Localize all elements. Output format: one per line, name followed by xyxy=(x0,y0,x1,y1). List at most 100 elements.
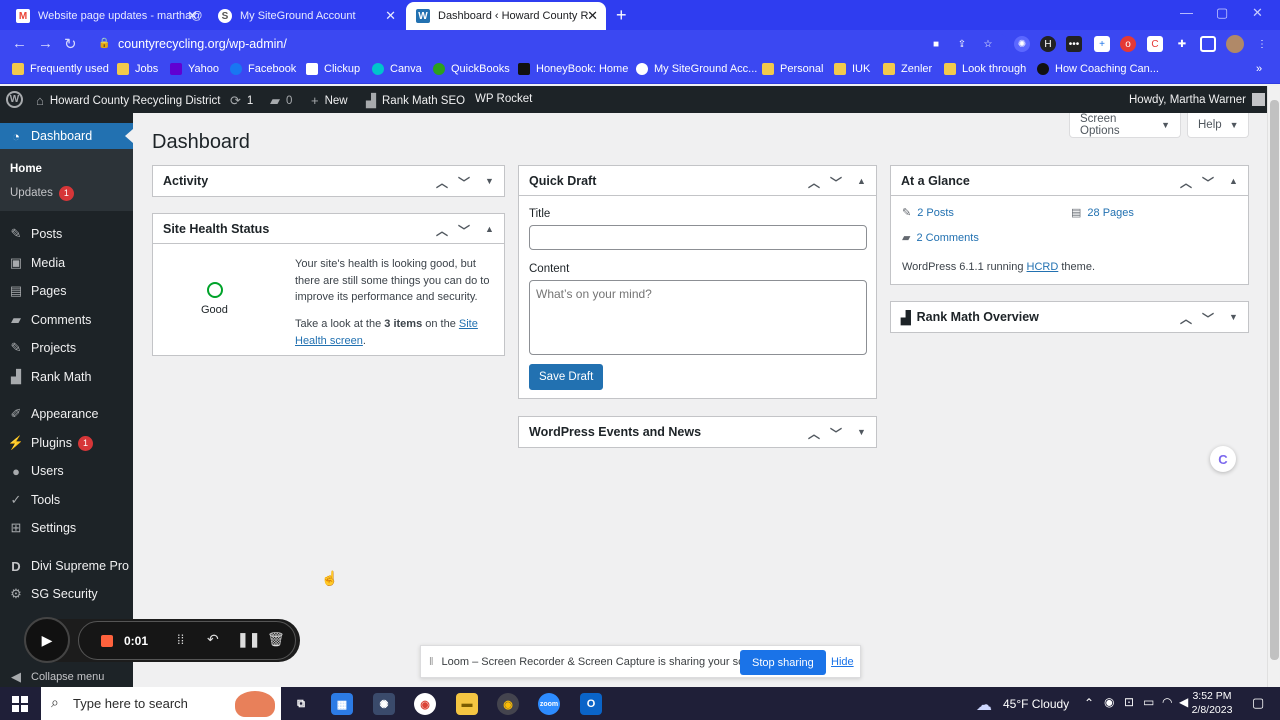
chevron-up-icon[interactable]: ︿ xyxy=(1180,310,1192,327)
chevron-down-icon[interactable]: ﹀ xyxy=(830,425,842,442)
rankmath-seo-link[interactable]: ▟ Rank Math SEO xyxy=(366,93,465,109)
glance-comments[interactable]: ▰ 2 Comments xyxy=(902,231,979,244)
close-icon[interactable]: ✕ xyxy=(587,8,598,24)
sidebar-item-media[interactable]: ▣ Media xyxy=(0,250,133,276)
trash-icon[interactable]: 🗑 xyxy=(267,631,285,648)
tray-icon[interactable]: ⊡ xyxy=(1124,695,1134,709)
star-icon[interactable]: ☆ xyxy=(980,36,996,52)
chevron-down-icon[interactable]: ﹀ xyxy=(458,174,470,191)
extension-icon[interactable]: ••• xyxy=(1066,36,1082,52)
chevron-up-icon[interactable]: ⌃ xyxy=(1084,696,1094,710)
tray-icon[interactable]: ◉ xyxy=(1104,695,1114,709)
bookmark-item[interactable]: Yahoo xyxy=(170,63,219,75)
account-menu[interactable]: Howdy, Martha Warner xyxy=(1129,93,1265,106)
camera-toggle-icon[interactable]: ▶ xyxy=(24,617,70,663)
sidebar-item-users[interactable]: ● Users xyxy=(0,458,133,484)
tab-siteground[interactable]: S My SiteGround Account ✕ xyxy=(208,2,404,30)
windows-start-icon[interactable] xyxy=(12,696,28,712)
sidebar-item-dashboard[interactable]: ◔ Dashboard xyxy=(0,123,133,149)
bookmark-item[interactable]: My SiteGround Acc... xyxy=(636,63,757,75)
sidebar-item-plugins[interactable]: ⚡ Plugins 1 xyxy=(0,430,133,456)
clickup-floating-icon[interactable]: C xyxy=(1210,446,1236,472)
collapse-menu[interactable]: ◀ Collapse menu xyxy=(0,667,133,687)
bookmark-item[interactable]: IUK xyxy=(834,63,870,75)
scrollbar-thumb[interactable] xyxy=(1270,100,1279,660)
sidebar-sub-updates[interactable]: Updates 1 xyxy=(10,186,74,201)
calculator-icon[interactable]: ▦ xyxy=(331,693,353,715)
toggle-arrow-icon[interactable]: ▼ xyxy=(1229,312,1238,322)
widget-header[interactable]: Activity ︿ ﹀ ▼ xyxy=(153,166,504,196)
chevron-up-icon[interactable]: ︿ xyxy=(808,425,820,442)
bookmark-item[interactable]: How Coaching Can... xyxy=(1037,63,1159,75)
wifi-icon[interactable]: ◠ xyxy=(1162,695,1172,709)
screen-options-button[interactable]: Screen Options ▼ xyxy=(1069,113,1181,138)
menu-icon[interactable]: ⋮ xyxy=(1254,36,1270,52)
stop-sharing-button[interactable]: Stop sharing xyxy=(740,650,826,675)
maximize-icon[interactable]: ▢ xyxy=(1216,5,1228,21)
chevron-up-icon[interactable]: ︿ xyxy=(436,222,448,239)
chrome-icon[interactable]: ◉ xyxy=(414,693,436,715)
close-icon[interactable]: ✕ xyxy=(385,8,396,24)
sidebar-item-projects[interactable]: ✎ Projects xyxy=(0,335,133,361)
chrome-profile-icon[interactable]: ◉ xyxy=(497,693,519,715)
widget-header[interactable]: At a Glance ︿ ﹀ ▲ xyxy=(891,166,1248,196)
new-content-link[interactable]: + New xyxy=(311,93,348,108)
bookmark-item[interactable]: Facebook xyxy=(230,63,296,75)
sidebar-item-appearance[interactable]: ✐ Appearance xyxy=(0,401,133,427)
hide-link[interactable]: Hide xyxy=(831,656,854,668)
sidepanel-icon[interactable] xyxy=(1200,36,1216,52)
tab-dashboard[interactable]: W Dashboard ‹ Howard County Rec ✕ xyxy=(406,2,606,30)
bookmark-item[interactable]: Personal xyxy=(762,63,823,75)
sidebar-item-posts[interactable]: ✎ Posts xyxy=(0,221,133,247)
draft-content-textarea[interactable] xyxy=(529,280,867,355)
puzzle-icon[interactable]: ✚ xyxy=(1174,36,1190,52)
toggle-arrow-icon[interactable]: ▲ xyxy=(485,224,494,234)
widget-header[interactable]: Site Health Status ︿ ﹀ ▲ xyxy=(153,214,504,244)
close-window-icon[interactable]: ✕ xyxy=(1252,5,1263,21)
drag-handle-icon[interactable]: ‖ xyxy=(429,656,434,668)
task-view-icon[interactable]: ⧉ xyxy=(290,693,312,715)
sidebar-item-comments[interactable]: ▰ Comments xyxy=(0,307,133,333)
toggle-arrow-icon[interactable]: ▲ xyxy=(1229,176,1238,186)
weather-text[interactable]: 45°F Cloudy xyxy=(1003,697,1069,711)
pause-icon[interactable]: ❚❚ xyxy=(237,631,260,648)
widget-header[interactable]: WordPress Events and News ︿ ﹀ ▼ xyxy=(519,417,876,447)
bookmarks-overflow-icon[interactable]: » xyxy=(1256,63,1262,75)
app-icon[interactable]: ✺ xyxy=(373,693,395,715)
stop-recording-icon[interactable] xyxy=(101,635,113,647)
sidebar-item-sg-security[interactable]: ⚙ SG Security xyxy=(0,581,133,607)
extension-icon[interactable]: + xyxy=(1094,36,1110,52)
glance-pages[interactable]: ▤ 28 Pages xyxy=(1071,206,1134,219)
site-name-link[interactable]: ⌂ Howard County Recycling District xyxy=(36,93,221,108)
comments-link[interactable]: ▰ 0 xyxy=(270,93,292,109)
theme-link[interactable]: HCRD xyxy=(1027,261,1059,273)
url-field[interactable]: 🔒 countyrecycling.org/wp-admin/ xyxy=(88,33,1008,55)
file-explorer-icon[interactable]: ▬ xyxy=(456,693,478,715)
new-tab-icon[interactable]: + xyxy=(616,5,627,26)
sidebar-item-divi-supreme[interactable]: D Divi Supreme Pro xyxy=(0,553,133,579)
wordpress-logo-icon[interactable]: W xyxy=(6,91,23,108)
bookmark-item[interactable]: Clickup xyxy=(306,63,360,75)
draft-title-input[interactable] xyxy=(529,225,867,250)
minimize-icon[interactable]: — xyxy=(1180,5,1193,20)
chevron-up-icon[interactable]: ︿ xyxy=(808,174,820,191)
toggle-arrow-icon[interactable]: ▲ xyxy=(857,176,866,186)
forward-icon[interactable]: → xyxy=(38,35,53,52)
bookmark-item[interactable]: Canva xyxy=(372,63,422,75)
extension-icon[interactable]: H xyxy=(1040,36,1056,52)
zoom-icon[interactable]: zoom xyxy=(538,693,560,715)
chevron-up-icon[interactable]: ︿ xyxy=(1180,174,1192,191)
outlook-icon[interactable]: O xyxy=(580,693,602,715)
updates-link[interactable]: ⟳ 1 xyxy=(230,93,253,109)
extension-icon[interactable]: ✺ xyxy=(1014,36,1030,52)
glance-posts[interactable]: ✎ 2 Posts xyxy=(902,206,954,219)
bookmark-item[interactable]: Frequently used xyxy=(12,63,109,75)
bookmark-item[interactable]: Look through xyxy=(944,63,1026,75)
toggle-arrow-icon[interactable]: ▼ xyxy=(485,176,494,186)
help-button[interactable]: Help ▼ xyxy=(1187,113,1249,138)
toggle-arrow-icon[interactable]: ▼ xyxy=(857,427,866,437)
widget-header[interactable]: ▟ Rank Math Overview ︿ ﹀ ▼ xyxy=(891,302,1248,332)
battery-icon[interactable]: ▭ xyxy=(1143,695,1154,709)
back-icon[interactable]: ← xyxy=(12,35,27,52)
bookmark-item[interactable]: Zenler xyxy=(883,63,932,75)
